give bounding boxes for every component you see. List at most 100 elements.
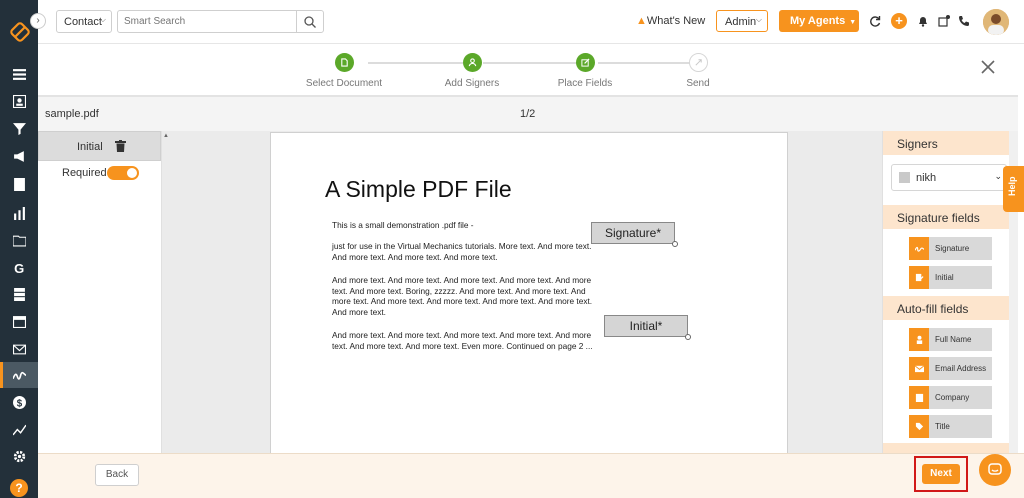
building-icon: [915, 393, 923, 402]
document-header: sample.pdf 1/2: [38, 97, 1018, 131]
step-label: Select Document: [305, 78, 383, 89]
company-field-label: Company: [935, 393, 970, 402]
contact-dropdown-label: Contact: [64, 16, 102, 28]
edit-icon: [580, 58, 590, 67]
sidebar-collapse-button[interactable]: ›: [30, 13, 46, 29]
step-send[interactable]: Send: [648, 53, 748, 89]
bell-icon[interactable]: [915, 13, 931, 29]
bar-chart-icon[interactable]: [0, 200, 38, 226]
autofill-fields-title: Auto-fill fields: [883, 296, 1018, 320]
title-field-button[interactable]: Title: [909, 415, 992, 438]
refresh-icon[interactable]: [867, 13, 883, 29]
smart-search-input[interactable]: [117, 10, 297, 33]
trend-icon[interactable]: [0, 416, 38, 442]
phone-icon[interactable]: [956, 13, 972, 29]
resize-handle[interactable]: [685, 334, 691, 340]
step-label: Add Signers: [444, 78, 500, 89]
document-canvas[interactable]: A Simple PDF File This is a small demons…: [162, 131, 882, 453]
chevron-down-icon: ⌵: [755, 15, 762, 24]
whats-new-link[interactable]: ▲What's New: [636, 15, 705, 27]
mail-icon[interactable]: [0, 336, 38, 362]
placed-signature-label: Signature*: [604, 226, 662, 240]
initial-field-button[interactable]: Initial: [909, 266, 992, 289]
step-label: Place Fields: [557, 78, 613, 89]
full-name-field-button[interactable]: Full Name: [909, 328, 992, 351]
pdf-paragraph: This is a small demonstration .pdf file …: [332, 220, 474, 230]
scroll-up-icon[interactable]: ▲: [163, 133, 169, 139]
admin-dropdown-label: Admin: [725, 16, 757, 28]
my-agents-button[interactable]: My Agents ▼: [779, 10, 859, 32]
search-button[interactable]: [296, 10, 324, 33]
chevron-down-icon: ▼: [849, 19, 857, 26]
trash-icon[interactable]: [115, 140, 126, 152]
placed-signature-field[interactable]: Signature*: [591, 222, 678, 247]
mail-icon: [914, 365, 924, 373]
title-field-label: Title: [935, 422, 950, 431]
user-icon: [468, 58, 476, 67]
footer-bar: Back Next: [38, 453, 1024, 498]
required-label: Required: [62, 167, 107, 179]
table-icon[interactable]: [0, 281, 38, 307]
pdf-paragraph: And more text. And more text. And more t…: [332, 275, 593, 318]
pdf-paragraph: And more text. And more text. And more t…: [332, 330, 593, 351]
megaphone-icon[interactable]: [0, 143, 38, 169]
selected-field-name: Initial: [77, 141, 103, 153]
rocket-icon: [694, 59, 702, 66]
notification-icon[interactable]: [936, 13, 952, 29]
settings-icon[interactable]: [0, 443, 38, 469]
top-bar: Contact ⌵ ▲What's New Admin ⌵ My Agents▼…: [38, 0, 1024, 44]
resize-handle[interactable]: [672, 241, 678, 247]
signature-field-button[interactable]: Signature: [909, 237, 992, 260]
company-field-button[interactable]: Company: [909, 386, 992, 409]
contacts-icon[interactable]: [0, 88, 38, 114]
document-icon[interactable]: [0, 171, 38, 197]
chat-icon[interactable]: [979, 454, 1011, 486]
whats-new-label: What's New: [646, 15, 706, 27]
next-button-highlight: Next: [914, 456, 968, 492]
tag-icon: [915, 422, 923, 431]
folder-icon[interactable]: [0, 227, 38, 253]
initial-icon: [915, 273, 924, 282]
dollar-icon[interactable]: $: [0, 389, 38, 415]
google-icon[interactable]: G: [0, 254, 38, 280]
flame-icon: ▲: [636, 15, 647, 27]
app-logo-icon[interactable]: [9, 21, 31, 43]
user-avatar[interactable]: [983, 9, 1009, 35]
signature-icon: [914, 246, 924, 252]
pdf-page[interactable]: A Simple PDF File This is a small demons…: [270, 132, 788, 453]
list-icon[interactable]: [0, 61, 38, 87]
next-button[interactable]: Next: [922, 464, 960, 484]
full-name-field-label: Full Name: [935, 335, 972, 344]
step-label: Send: [686, 78, 710, 89]
email-field-button[interactable]: Email Address: [909, 357, 992, 380]
pdf-title: A Simple PDF File: [325, 176, 512, 202]
placed-initial-field[interactable]: Initial*: [604, 315, 691, 340]
help-icon[interactable]: ?: [10, 479, 28, 497]
document-icon: [340, 58, 348, 67]
required-toggle[interactable]: [107, 166, 139, 180]
help-side-tab[interactable]: Help: [1003, 166, 1024, 212]
funnel-icon[interactable]: [0, 115, 38, 141]
signer-name: nikh: [916, 172, 937, 184]
chevron-down-icon: ⌄: [994, 171, 1002, 181]
signer-dropdown[interactable]: nikh ⌄: [891, 164, 1007, 191]
step-add-signers[interactable]: Add Signers: [422, 53, 522, 89]
signing-stepper: Select Document Add Signers Place Fields…: [38, 45, 1018, 97]
admin-dropdown[interactable]: Admin ⌵: [716, 10, 768, 32]
svg-text:G: G: [14, 261, 24, 274]
email-field-label: Email Address: [935, 364, 987, 373]
pdf-paragraph: just for use in the Virtual Mechanics tu…: [332, 241, 592, 262]
step-select-document[interactable]: Select Document: [294, 53, 394, 89]
signature-field-label: Signature: [935, 244, 970, 253]
back-button[interactable]: Back: [95, 464, 139, 486]
calendar-icon[interactable]: [0, 308, 38, 334]
search-icon: [304, 15, 316, 28]
contact-dropdown[interactable]: Contact ⌵: [56, 10, 112, 33]
step-place-fields[interactable]: Place Fields: [535, 53, 635, 89]
esign-icon[interactable]: [0, 362, 38, 388]
add-icon[interactable]: +: [891, 13, 907, 29]
close-icon[interactable]: [978, 57, 998, 77]
placed-initial-label: Initial*: [629, 319, 663, 333]
document-filename: sample.pdf: [45, 108, 99, 120]
field-properties-panel: Initial Required: [38, 131, 162, 453]
